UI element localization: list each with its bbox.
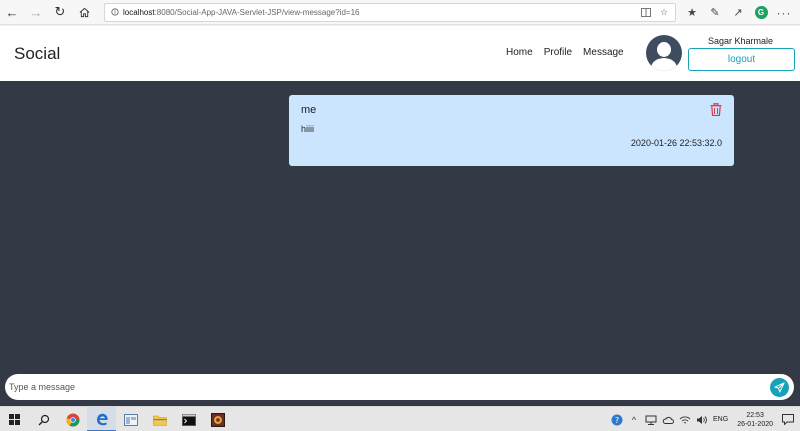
brand-logo[interactable]: Social xyxy=(14,44,60,64)
nav-profile[interactable]: Profile xyxy=(544,47,572,58)
url-host: localhost xyxy=(123,8,155,17)
favorites-icon[interactable]: ★ xyxy=(684,5,700,21)
edge-icon[interactable] xyxy=(87,407,116,431)
message-text: hiiii xyxy=(301,124,315,134)
terminal-icon[interactable] xyxy=(174,407,203,431)
notification-icon[interactable] xyxy=(782,414,794,426)
search-icon[interactable] xyxy=(29,407,58,431)
main-nav: Home Profile Message xyxy=(506,47,624,58)
file-explorer-icon[interactable] xyxy=(145,407,174,431)
clock-time: 22:53 xyxy=(746,411,764,419)
share-icon[interactable]: ↗ xyxy=(730,5,746,21)
message-card: me hiiii 2020-01-26 22:53:32.0 xyxy=(289,95,734,166)
chrome-icon[interactable] xyxy=(58,407,87,431)
send-icon xyxy=(774,382,785,393)
nav-message[interactable]: Message xyxy=(583,47,624,58)
taskbar: ? ^ ENG 22:53 26-01-2020 xyxy=(0,406,800,431)
message-author: me xyxy=(301,104,317,116)
app-header: Social Home Profile Message Sagar Kharma… xyxy=(0,26,800,81)
chevron-up-icon[interactable]: ^ xyxy=(628,414,640,426)
grammarly-icon[interactable]: G xyxy=(753,5,769,21)
forward-icon[interactable]: → xyxy=(24,0,48,25)
clock-date: 26-01-2020 xyxy=(737,420,773,428)
back-icon[interactable]: ← xyxy=(0,0,24,25)
network-icon[interactable] xyxy=(645,414,657,426)
user-name: Sagar Kharmale xyxy=(708,36,774,46)
nav-home[interactable]: Home xyxy=(506,47,533,58)
language-indicator[interactable]: ENG xyxy=(713,416,728,423)
reading-view-icon[interactable] xyxy=(641,7,651,17)
trash-icon[interactable] xyxy=(710,102,722,117)
pen-icon[interactable]: ✎ xyxy=(707,5,723,21)
system-tray: ? ^ ENG 22:53 26-01-2020 xyxy=(611,407,800,431)
volume-icon[interactable] xyxy=(696,414,708,426)
home-icon[interactable] xyxy=(72,0,96,25)
browser-toolbar: ← → ↻ localhost:8080/Social-App-JAVA-Ser… xyxy=(0,0,800,25)
chat-area: me hiiii 2020-01-26 22:53:32.0 xyxy=(0,81,800,406)
message-composer xyxy=(5,374,794,400)
address-bar[interactable]: localhost:8080/Social-App-JAVA-Servlet-J… xyxy=(104,3,676,22)
refresh-icon[interactable]: ↻ xyxy=(48,0,72,25)
app-window-icon[interactable] xyxy=(116,407,145,431)
message-timestamp: 2020-01-26 22:53:32.0 xyxy=(630,138,722,148)
avatar xyxy=(646,35,682,71)
lock-icon xyxy=(111,7,119,18)
send-button[interactable] xyxy=(770,378,789,397)
help-icon[interactable]: ? xyxy=(611,414,623,426)
wifi-icon[interactable] xyxy=(679,414,691,426)
url-path: :8080/Social-App-JAVA-Servlet-JSP/view-m… xyxy=(154,8,360,17)
svg-text:?: ? xyxy=(615,416,619,425)
app-game-icon[interactable] xyxy=(203,407,232,431)
clock[interactable]: 22:53 26-01-2020 xyxy=(733,411,777,429)
windows-start-icon[interactable] xyxy=(0,407,29,431)
more-icon[interactable]: ··· xyxy=(776,5,792,21)
favorite-star-icon[interactable]: ☆ xyxy=(659,7,669,17)
logout-button[interactable]: logout xyxy=(688,48,795,71)
cloud-icon[interactable] xyxy=(662,414,674,426)
message-input[interactable] xyxy=(5,382,745,392)
